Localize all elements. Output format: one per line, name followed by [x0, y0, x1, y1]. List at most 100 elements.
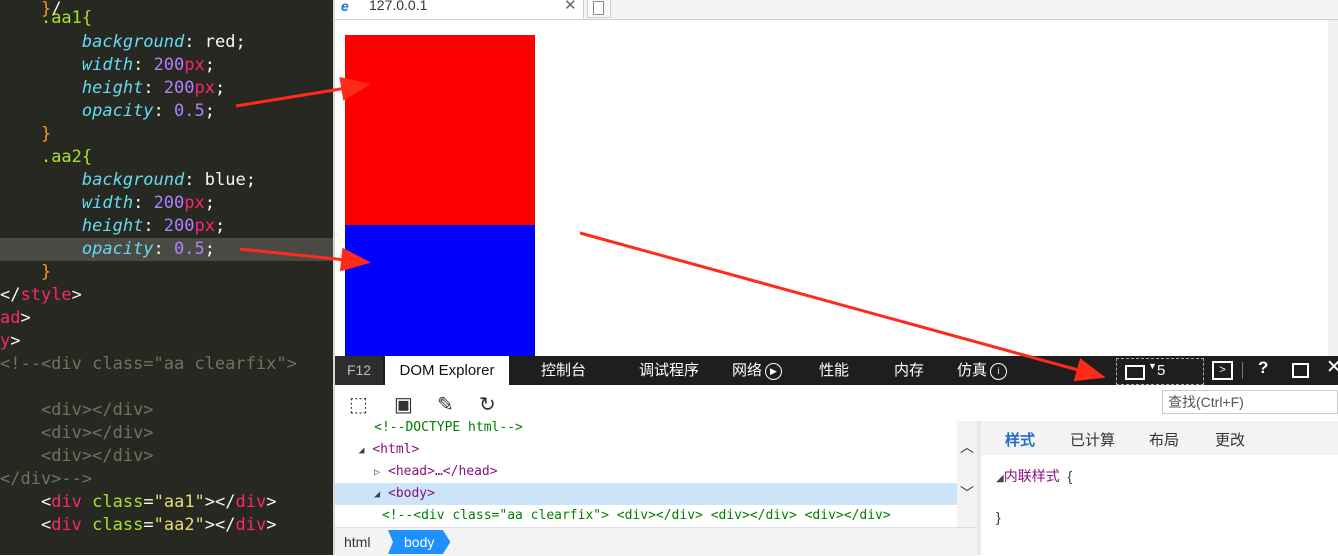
target-picker[interactable]: ▼ 5 [1116, 358, 1204, 385]
code-line: <div></div> [0, 422, 333, 445]
class-string: "aa1" [153, 492, 205, 512]
html-comment: <!--<div class="aa clearfix"> [0, 354, 297, 374]
scroll-down-icon[interactable]: ﹀ [960, 483, 974, 503]
undock-icon[interactable] [1292, 363, 1309, 378]
css-unit: px [184, 55, 205, 75]
css-property: width [81, 193, 134, 213]
tab-bar: e 127.0.0.1 ✕ [335, 0, 1338, 20]
breadcrumb-html[interactable]: html [344, 534, 370, 550]
code-line: </style> [0, 285, 82, 305]
code-line: background: blue; [81, 170, 256, 190]
tab-styles[interactable]: 样式 [1005, 429, 1035, 450]
chevron-down-icon: ▼ [1148, 361, 1157, 371]
css-unit: px [184, 193, 205, 213]
close-icon[interactable]: ✕ [1326, 356, 1338, 379]
highlight-icon[interactable]: ▣ [394, 392, 413, 417]
tab-f12[interactable]: F12 [335, 356, 383, 385]
css-property: height [81, 78, 144, 98]
tab-debugger[interactable]: 调试程序 [639, 356, 699, 385]
code-line: </div>--> [0, 468, 333, 491]
tab-layout[interactable]: 布局 [1149, 429, 1179, 450]
console-icon[interactable]: > [1212, 361, 1233, 380]
styles-tab-bar: 样式 已计算 布局 更改 [981, 421, 1338, 455]
eyedropper-icon[interactable]: ✎ [437, 392, 454, 417]
ie-icon: e [341, 0, 349, 14]
css-property: background [81, 170, 185, 190]
browser-tab[interactable]: e 127.0.0.1 ✕ [335, 0, 584, 19]
selector-aa1: .aa1{ [40, 8, 93, 28]
closing-brace: } [40, 124, 52, 144]
code-line: height: 200px; [81, 216, 226, 236]
breadcrumb-body[interactable]: body [388, 530, 451, 554]
code-line: <div></div> [0, 399, 333, 422]
code-line-current: opacity: 0.5; [0, 238, 333, 261]
new-tab-button[interactable] [587, 0, 611, 18]
refresh-icon[interactable]: ↻ [479, 392, 496, 417]
tab-network[interactable]: 网络 ▶ [732, 356, 783, 385]
html-tag: style [20, 285, 72, 305]
css-value: red [204, 32, 236, 52]
code-line: <!--<div class="aa clearfix"> [0, 353, 333, 376]
css-property: opacity [81, 101, 154, 121]
page-content [335, 20, 1328, 356]
code-editor[interactable]: }/ .aa1{ background: red; width: 200px; … [0, 0, 333, 555]
css-unit: px [194, 78, 215, 98]
target-number: 5 [1157, 362, 1166, 379]
help-icon[interactable]: ? [1258, 358, 1268, 378]
tab-dom-explorer[interactable]: DOM Explorer [385, 356, 509, 385]
close-brace: } [996, 509, 1001, 525]
code-line: background: red; [81, 32, 246, 52]
code-line: <div class="aa2"></div> [40, 515, 277, 535]
devtools-panel: F12 DOM Explorer 控制台 调试程序 网络 ▶ 性能 内存 仿真 i … [335, 356, 1338, 556]
css-property: background [81, 32, 185, 52]
select-element-icon[interactable]: ⬚ [349, 392, 368, 417]
dom-node-comment[interactable]: <!--<div class="aa clearfix"> <div></div… [335, 505, 957, 527]
inline-style-rule[interactable]: ◢内联样式 { [996, 466, 1072, 486]
css-property: opacity [81, 239, 154, 259]
code-line: height: 200px; [81, 78, 226, 98]
html-comment: <div></div> [40, 400, 154, 420]
find-input[interactable]: 查找(Ctrl+F) [1162, 390, 1338, 414]
separator [1242, 362, 1243, 379]
css-unit: px [194, 216, 215, 236]
monitor-icon [1125, 365, 1145, 380]
dom-node-head[interactable]: ▷ <head>…</head> [335, 461, 957, 483]
styles-pane: 样式 已计算 布局 更改 ◢内联样式 { } [977, 421, 1338, 555]
css-property: height [81, 216, 144, 236]
new-tab-icon [593, 1, 604, 15]
dom-scrollbar[interactable]: ︿ ﹀ [957, 421, 977, 527]
tab-performance[interactable]: 性能 [819, 356, 849, 385]
inline-style-label: 内联样式 [1003, 468, 1060, 484]
tab-network-label: 网络 [732, 362, 763, 379]
code-line: opacity: 0.5; [81, 101, 215, 121]
code-line: <div class="aa1"></div> [40, 492, 277, 512]
tab-changes[interactable]: 更改 [1215, 429, 1245, 450]
css-number: 200 [153, 55, 185, 75]
dom-node-doctype[interactable]: <!--DOCTYPE html--> [335, 421, 957, 439]
code-line: } [0, 261, 333, 284]
close-icon[interactable]: ✕ [564, 0, 577, 14]
dom-tree[interactable]: <!--DOCTYPE html--> ◢ <html> ▷ <head>…</… [335, 421, 957, 527]
page-scrollbar[interactable] [1328, 20, 1338, 356]
tab-emulation[interactable]: 仿真 i [957, 356, 1008, 385]
css-property: width [81, 55, 134, 75]
dom-node-html[interactable]: ◢ <html> [335, 439, 957, 461]
code-line: ad> [0, 308, 31, 328]
code-line: .aa1{ [0, 7, 333, 30]
tab-title: 127.0.0.1 [369, 0, 428, 13]
dom-node-body[interactable]: ◢ <body> [335, 483, 957, 505]
play-icon: ▶ [765, 362, 783, 380]
css-number: 200 [163, 216, 195, 236]
html-comment: <div></div> [40, 423, 154, 443]
tab-console[interactable]: 控制台 [541, 356, 586, 385]
code-line: } [0, 123, 333, 146]
open-brace: { [1067, 468, 1073, 484]
tab-computed[interactable]: 已计算 [1070, 429, 1115, 450]
code-line: y> [0, 331, 21, 351]
tab-memory[interactable]: 内存 [894, 356, 924, 385]
selector-aa2: .aa2{ [40, 147, 93, 167]
html-tag: ad [0, 308, 21, 328]
scroll-up-icon[interactable]: ︿ [960, 437, 974, 457]
css-number: 200 [153, 193, 185, 213]
div-aa2 [345, 225, 535, 356]
